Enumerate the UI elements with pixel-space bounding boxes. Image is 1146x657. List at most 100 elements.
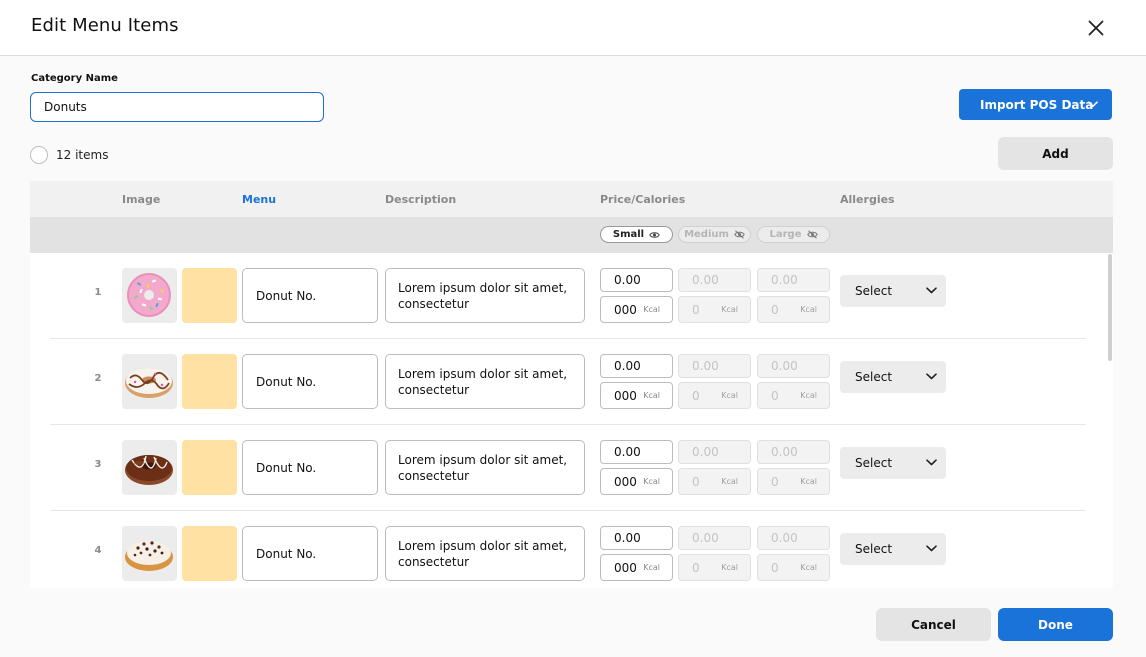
item-name-input[interactable]: Donut No. — [242, 268, 378, 323]
row-number: 3 — [94, 459, 102, 470]
chevron-down-icon — [926, 545, 937, 552]
item-image-thumbnail[interactable] — [122, 440, 177, 495]
calories-medium-input[interactable]: 0 Kcal — [678, 382, 751, 409]
calories-medium-input[interactable]: 0 Kcal — [678, 554, 751, 581]
calories-value: 0 — [692, 388, 700, 403]
sprinkle-donut-image — [127, 273, 171, 317]
list-scrollbar-thumb[interactable] — [1108, 254, 1112, 361]
item-name-input[interactable]: Donut No. — [242, 526, 378, 581]
item-color-swatch[interactable] — [182, 440, 237, 495]
size-label-small: Small — [612, 229, 645, 240]
table-row: 1 Donut No. Lorem ipsum dolor sit amet, … — [30, 253, 1113, 339]
item-name-input[interactable]: Donut No. — [242, 354, 378, 409]
add-button[interactable]: Add — [998, 137, 1113, 170]
category-name-input[interactable] — [30, 92, 324, 122]
calories-medium-input[interactable]: 0 Kcal — [678, 296, 751, 323]
kcal-unit: Kcal — [721, 563, 738, 572]
kcal-unit: Kcal — [643, 563, 660, 572]
row-number: 1 — [94, 287, 102, 298]
item-image-thumbnail[interactable] — [122, 268, 177, 323]
kcal-unit: Kcal — [800, 477, 817, 486]
item-color-swatch[interactable] — [182, 354, 237, 409]
size-toggle-small[interactable]: Small — [600, 226, 673, 243]
price-small-input[interactable]: 0.00 — [600, 268, 673, 292]
chevron-down-icon — [1088, 101, 1098, 107]
column-header-image: Image — [122, 193, 161, 206]
dialog-title: Edit Menu Items — [31, 15, 179, 36]
eye-off-icon — [806, 230, 818, 239]
kcal-unit: Kcal — [721, 305, 738, 314]
select-all-radio[interactable] — [30, 146, 48, 164]
size-toggle-medium[interactable]: Medium — [678, 226, 751, 243]
import-pos-data-button[interactable]: Import POS Data — [959, 89, 1112, 120]
table-row: 4 Donut No. Lorem ipsum dolor sit amet, … — [30, 511, 1113, 588]
calories-small-input[interactable]: 000 Kcal — [600, 382, 673, 409]
item-color-swatch[interactable] — [182, 268, 237, 323]
item-image-thumbnail[interactable] — [122, 354, 177, 409]
price-large-input[interactable]: 0.00 — [757, 526, 830, 550]
price-large-input[interactable]: 0.00 — [757, 440, 830, 464]
import-pos-data-label: Import POS Data — [980, 97, 1094, 112]
calories-large-input[interactable]: 0 Kcal — [757, 382, 830, 409]
item-image-thumbnail[interactable] — [122, 526, 177, 581]
eye-icon — [649, 231, 660, 238]
close-button[interactable] — [1082, 14, 1110, 42]
allergies-select-label: Select — [855, 542, 893, 556]
menu-items-list[interactable]: 1 Donut No. Lorem ipsum dolor sit amet, … — [30, 253, 1113, 588]
calories-large-input[interactable]: 0 Kcal — [757, 554, 830, 581]
table-row: 2 Donut No. Lorem ipsum dolor sit amet, … — [30, 339, 1113, 425]
price-large-input[interactable]: 0.00 — [757, 354, 830, 378]
kcal-unit: Kcal — [800, 563, 817, 572]
column-header-menu[interactable]: Menu — [242, 193, 276, 206]
calories-value: 0 — [692, 474, 700, 489]
price-medium-input[interactable]: 0.00 — [678, 268, 751, 292]
calories-medium-input[interactable]: 0 Kcal — [678, 468, 751, 495]
calories-value: 000 — [614, 474, 637, 489]
price-medium-input[interactable]: 0.00 — [678, 354, 751, 378]
calories-value: 0 — [692, 560, 700, 575]
calories-value: 000 — [614, 388, 637, 403]
price-medium-input[interactable]: 0.00 — [678, 526, 751, 550]
calories-small-input[interactable]: 000 Kcal — [600, 468, 673, 495]
calories-value: 000 — [614, 560, 637, 575]
calories-large-input[interactable]: 0 Kcal — [757, 296, 830, 323]
allergies-select[interactable]: Select — [840, 361, 946, 393]
kcal-unit: Kcal — [800, 391, 817, 400]
row-number: 2 — [94, 373, 102, 384]
category-name-label: Category Name — [31, 73, 118, 84]
calories-small-input[interactable]: 000 Kcal — [600, 554, 673, 581]
chevron-down-icon — [926, 459, 937, 466]
price-medium-input[interactable]: 0.00 — [678, 440, 751, 464]
chevron-down-icon — [926, 373, 937, 380]
item-description-input[interactable]: Lorem ipsum dolor sit amet, consectetur — [385, 268, 585, 323]
calories-value: 0 — [771, 474, 779, 489]
item-color-swatch[interactable] — [182, 526, 237, 581]
item-name-input[interactable]: Donut No. — [242, 440, 378, 495]
allergies-select[interactable]: Select — [840, 447, 946, 479]
price-small-input[interactable]: 0.00 — [600, 526, 673, 550]
size-toggle-large[interactable]: Large — [757, 226, 830, 243]
table-header: Image Menu Description Price/Calories Al… — [30, 181, 1113, 217]
price-large-input[interactable]: 0.00 — [757, 268, 830, 292]
item-description-input[interactable]: Lorem ipsum dolor sit amet, consectetur — [385, 440, 585, 495]
calories-large-input[interactable]: 0 Kcal — [757, 468, 830, 495]
allergies-select-label: Select — [855, 284, 893, 298]
price-small-input[interactable]: 0.00 — [600, 354, 673, 378]
price-small-input[interactable]: 0.00 — [600, 440, 673, 464]
calories-small-input[interactable]: 000 Kcal — [600, 296, 673, 323]
item-description-input[interactable]: Lorem ipsum dolor sit amet, consectetur — [385, 526, 585, 581]
cancel-button[interactable]: Cancel — [876, 608, 991, 641]
calories-value: 0 — [692, 302, 700, 317]
calories-value: 0 — [771, 560, 779, 575]
size-toggle-bar: Small Medium Large — [30, 217, 1113, 253]
done-button[interactable]: Done — [998, 608, 1113, 641]
allergies-select[interactable]: Select — [840, 275, 946, 307]
calories-value: 0 — [771, 388, 779, 403]
allergies-select-label: Select — [855, 456, 893, 470]
calories-value: 000 — [614, 302, 637, 317]
item-description-input[interactable]: Lorem ipsum dolor sit amet, consectetur — [385, 354, 585, 409]
allergies-select[interactable]: Select — [840, 533, 946, 565]
kcal-unit: Kcal — [721, 391, 738, 400]
chevron-down-icon — [926, 287, 937, 294]
row-number: 4 — [94, 545, 102, 556]
